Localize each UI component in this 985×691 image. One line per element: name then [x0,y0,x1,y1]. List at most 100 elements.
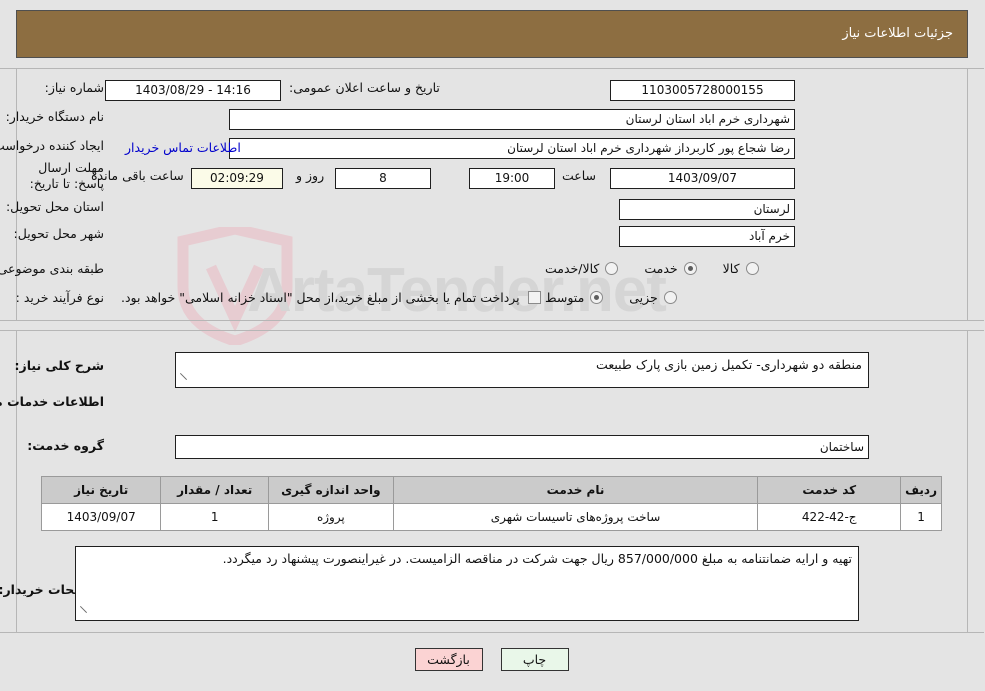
buyer-org-field-wrap: شهرداری خرم اباد استان لرستان [230,109,796,130]
buyer-notes-textarea[interactable]: تهیه و ارایه ضمانتنامه به مبلغ 857/000/0… [76,546,860,621]
delivery-city-field-wrap: خرم آباد [620,226,796,247]
category-option-khedmat[interactable]: خدمت [645,261,698,276]
services-heading: اطلاعات خدمات مورد نیاز [0,394,105,409]
panel-border-right [968,69,969,320]
column-header-quantity: تعداد / مقدار [161,476,271,504]
requester-label: ایجاد کننده درخواست: [0,138,105,153]
category-option-kala[interactable]: کالا [724,261,760,276]
column-header-unit: واحد اندازه گیری [269,476,395,504]
purchase-type-option-motavaset[interactable]: متوسط [546,290,605,305]
announce-datetime-field-wrap: 14:16 - 1403/08/29 [106,80,282,101]
services-heading-wrap: اطلاعات خدمات مورد نیاز [0,394,105,409]
service-group-field-wrap: ساختمان [176,435,870,459]
purchase-type-option-label: جزیی [630,290,659,305]
radio-icon[interactable] [606,262,620,275]
cell-radif: 1 [901,503,943,531]
delivery-province-field-wrap: لرستان [620,199,796,220]
announce-datetime-label: تاریخ و ساعت اعلان عمومی: [290,80,441,95]
need-description-label: شرح کلی نیاز: [15,358,105,373]
deadline-hour-label-wrap: ساعت [563,168,597,183]
deadline-countdown-value[interactable]: 02:09:29 [192,168,284,189]
column-header-name: نام خدمت [393,476,760,504]
panel-border-right [968,331,969,632]
delivery-city-value[interactable]: خرم آباد [620,226,796,247]
deadline-days-value[interactable]: 8 [336,168,432,189]
buyer-org-label: نام دستگاه خریدار: [6,109,105,124]
category-options: کالا خدمت کالا/خدمت [520,261,760,276]
buyer-notes-value: تهیه و ارایه ضمانتنامه به مبلغ 857/000/0… [223,551,853,566]
resize-grip-icon[interactable] [180,372,189,385]
announce-datetime-value[interactable]: 14:16 - 1403/08/29 [106,80,282,101]
deadline-days-label-wrap: روز و [297,168,325,183]
deadline-hour-value[interactable]: 19:00 [470,168,556,189]
treasury-checkbox-row[interactable]: پرداخت تمام یا بخشی از مبلغ خرید،از محل … [122,290,542,305]
category-option-label: کالا/خدمت [546,261,601,276]
buyer-contact-link[interactable]: اطلاعات تماس خریدار [126,140,242,155]
panel-border-left [17,69,18,320]
purchase-type-option-jozii[interactable]: جزیی [630,290,678,305]
buyer-contact-link-wrap: اطلاعات تماس خریدار [126,140,242,155]
deadline-days-wrap: 8 [336,168,432,189]
deadline-countdown-label: ساعت باقی مانده [92,168,185,183]
radio-icon[interactable] [746,262,760,275]
resize-grip-icon[interactable] [80,605,89,618]
column-header-code: کد خدمت [758,476,903,504]
service-group-value[interactable]: ساختمان [176,435,870,459]
page-title-bar: جزئیات اطلاعات نیاز [17,10,969,58]
deadline-hour-wrap: 19:00 [470,168,556,189]
checkbox-icon[interactable] [528,291,542,304]
deadline-days-label: روز و [297,168,326,183]
deadline-hour-label: ساعت [563,168,598,183]
requester-value[interactable]: رضا شجاع پور کاربرداز شهرداری خرم اباد ا… [230,138,796,159]
category-option-label: خدمت [645,261,679,276]
table-row[interactable]: 1 ج-42-422 ساخت پروژه‌های تاسیسات شهری پ… [41,503,943,531]
category-label-wrap: طبقه بندی موضوعی: [0,261,105,276]
print-button[interactable]: چاپ [501,648,570,671]
delivery-province-value[interactable]: لرستان [620,199,796,220]
need-number-value[interactable]: 1103005728000155 [611,80,796,101]
radio-icon[interactable] [664,291,678,304]
column-header-radif: ردیف [901,476,943,504]
purchase-type-options: جزیی متوسط [520,290,678,305]
table-header-row: ردیف کد خدمت نام خدمت واحد اندازه گیری ت… [41,476,943,504]
column-header-need-date: تاریخ نیاز [41,476,163,504]
requester-label-wrap: ایجاد کننده درخواست: [0,138,105,153]
deadline-countdown-label-wrap: ساعت باقی مانده [92,168,185,183]
need-description-value: منطقه دو شهرداری- تکمیل زمین بازی پارک ط… [597,357,863,372]
category-option-label: کالا [723,261,741,276]
cell-need-date: 1403/09/07 [41,503,163,531]
requester-field-wrap: رضا شجاع پور کاربرداز شهرداری خرم اباد ا… [230,138,796,159]
buyer-org-label-wrap: نام دستگاه خریدار: [7,109,105,124]
purchase-type-label: نوع فرآیند خرید : [16,290,105,305]
service-group-label: گروه خدمت: [28,438,105,453]
delivery-city-label-wrap: شهر محل تحویل: [15,226,105,241]
footer-buttons: چاپ بازگشت [0,648,985,671]
buyer-org-value[interactable]: شهرداری خرم اباد استان لرستان [230,109,796,130]
purchase-type-option-label: متوسط [546,290,586,305]
delivery-city-label: شهر محل تحویل: [14,226,105,241]
need-info-panel [0,68,985,321]
radio-icon[interactable] [684,262,698,275]
purchase-type-label-wrap: نوع فرآیند خرید : [17,290,105,305]
deadline-countdown-wrap: 02:09:29 [192,168,284,189]
treasury-checkbox-label: پرداخت تمام یا بخشی از مبلغ خرید،از محل … [122,290,521,305]
category-label: طبقه بندی موضوعی: [0,261,105,276]
need-number-field-wrap: 1103005728000155 [611,80,796,101]
need-description-label-wrap: شرح کلی نیاز: [16,358,105,373]
cell-name: ساخت پروژه‌های تاسیسات شهری [393,503,760,531]
page-title: جزئیات اطلاعات نیاز [843,26,954,41]
deadline-date-wrap: 1403/09/07 [611,168,796,189]
deadline-date-value[interactable]: 1403/09/07 [611,168,796,189]
cell-quantity: 1 [161,503,271,531]
service-group-label-wrap: گروه خدمت: [28,438,105,453]
delivery-province-label-wrap: استان محل تحویل: [7,199,105,214]
delivery-province-label: استان محل تحویل: [6,199,105,214]
announce-datetime-label-wrap: تاریخ و ساعت اعلان عمومی: [290,80,441,95]
back-button[interactable]: بازگشت [415,648,484,671]
need-number-label: شماره نیاز: [45,80,105,95]
radio-icon[interactable] [591,291,605,304]
need-description-textarea[interactable]: منطقه دو شهرداری- تکمیل زمین بازی پارک ط… [176,352,870,388]
category-option-kala-khedmat[interactable]: کالا/خدمت [546,261,620,276]
page-root: ArtaTender.net جزئیات اطلاعات نیاز شماره… [0,0,985,691]
cell-code: ج-42-422 [758,503,903,531]
